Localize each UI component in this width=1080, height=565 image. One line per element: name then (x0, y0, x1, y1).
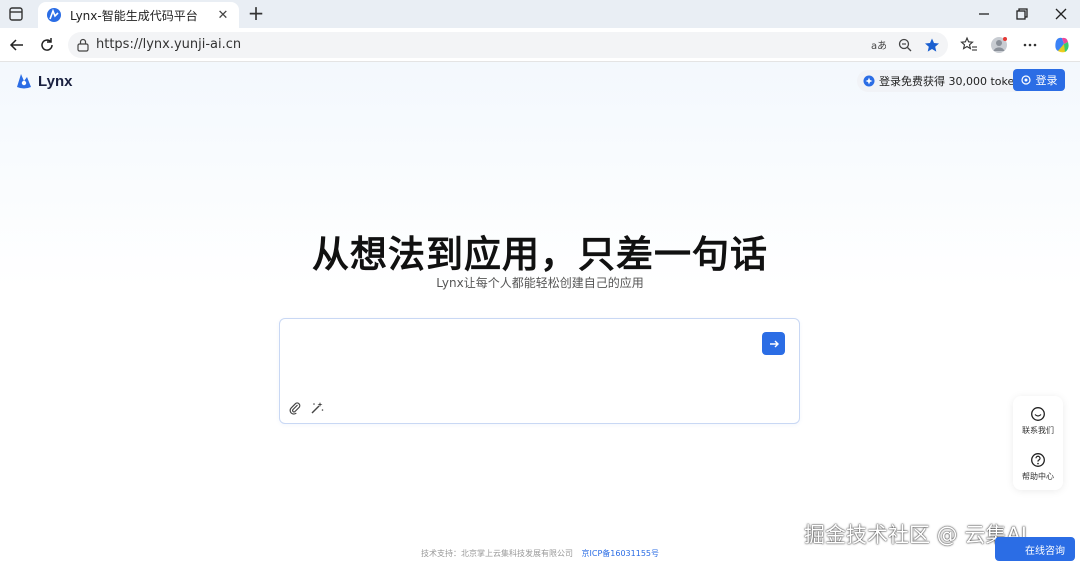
hero-subline: Lynx让每个人都能轻松创建自己的应用 (436, 276, 644, 290)
minimize-icon[interactable] (975, 5, 993, 23)
floating-support-panel: 联系我们 帮助中心 (1013, 396, 1063, 490)
read-aloud-icon[interactable]: aあ (870, 37, 886, 53)
login-icon (1020, 75, 1031, 85)
restore-icon[interactable] (1013, 5, 1031, 23)
close-window-icon[interactable] (1052, 5, 1070, 23)
logo-text: Lynx (38, 72, 73, 90)
icp-link[interactable]: 京ICP备16031155号 (582, 549, 660, 558)
free-token-promo[interactable]: 登录免费获得 30,000 token (857, 70, 1030, 92)
send-button[interactable] (762, 332, 785, 355)
site-footer: 技术支持：北京掌上云集科技发展有限公司 京ICP备16031155号 (0, 548, 1080, 559)
online-chat-label: 在线咨询 (1025, 545, 1065, 557)
browser-tab[interactable]: Lynx-智能生成代码平台 ✕ (38, 2, 239, 28)
svg-text:aあ: aあ (871, 40, 886, 52)
watermark: 掘金技术社区 @ 云集AI (804, 523, 1027, 547)
login-label: 登录 (1035, 74, 1058, 87)
prompt-composer (279, 318, 800, 424)
site-logo[interactable]: Lynx (14, 71, 72, 91)
promo-text: 登录免费获得 30,000 token (879, 75, 1022, 88)
more-menu-icon[interactable] (1021, 36, 1039, 54)
browser-address-bar: https://lynx.yunji-ai.cn aあ (0, 28, 1080, 62)
chat-bubble-icon (1031, 407, 1045, 421)
zoom-icon[interactable] (897, 37, 913, 53)
page-content: Lynx 登录免费获得 30,000 token 登录 从想法到应用，只差一句话… (0, 62, 1080, 565)
url-text[interactable]: https://lynx.yunji-ai.cn (96, 37, 241, 52)
login-button[interactable]: 登录 (1013, 69, 1065, 91)
token-badge-icon (863, 75, 875, 87)
new-tab-icon[interactable]: + (246, 3, 266, 23)
profile-avatar-icon[interactable] (990, 36, 1008, 54)
refresh-icon[interactable] (38, 36, 56, 54)
browser-tab-bar: Lynx-智能生成代码平台 ✕ + (0, 0, 1080, 28)
contact-us-button[interactable]: 联系我们 (1013, 406, 1063, 436)
copilot-icon[interactable] (1052, 35, 1072, 55)
arrow-right-icon (769, 340, 779, 347)
contact-us-label: 联系我们 (1022, 426, 1054, 435)
help-center-button[interactable]: 帮助中心 (1013, 452, 1063, 482)
online-chat-button[interactable]: 在线咨询 (995, 537, 1075, 561)
back-icon[interactable] (8, 36, 26, 54)
hero-headline: 从想法到应用，只差一句话 (312, 233, 768, 276)
magic-wand-icon[interactable] (310, 401, 324, 415)
lynx-favicon-icon (47, 8, 61, 22)
favorite-star-icon[interactable] (924, 37, 940, 53)
site-info-icon[interactable] (76, 38, 90, 52)
omnibox[interactable]: https://lynx.yunji-ai.cn aあ (68, 32, 948, 58)
favorites-icon[interactable] (960, 36, 978, 54)
tab-actions-icon[interactable] (8, 6, 24, 22)
tab-title: Lynx-智能生成代码平台 (70, 8, 198, 23)
footer-support-text: 技术支持：北京掌上云集科技发展有限公司 (420, 549, 573, 558)
prompt-input[interactable] (290, 329, 760, 393)
attachment-icon[interactable] (288, 401, 302, 415)
lynx-logo-icon (17, 74, 31, 89)
help-center-label: 帮助中心 (1022, 472, 1054, 481)
help-icon (1031, 453, 1045, 467)
tab-close-icon[interactable]: ✕ (215, 8, 231, 23)
